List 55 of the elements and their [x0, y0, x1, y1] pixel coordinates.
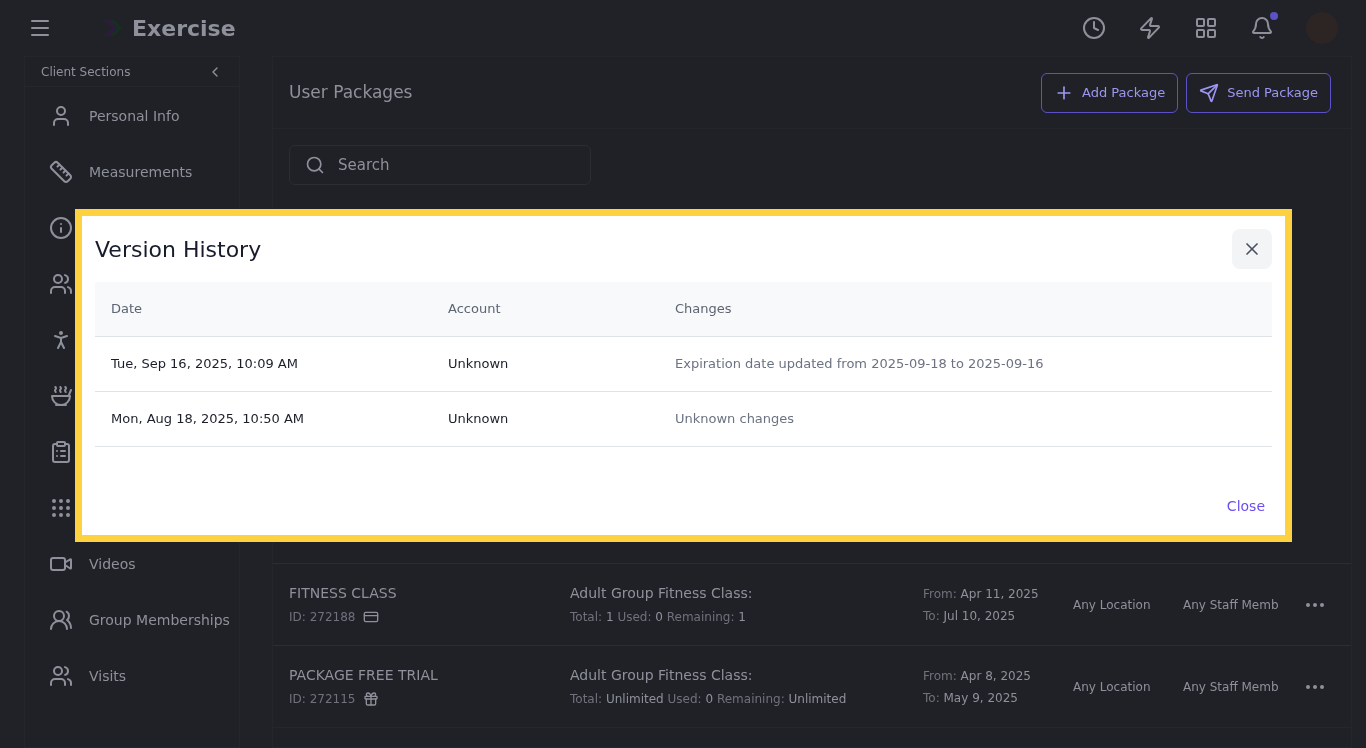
dot-grid-icon	[49, 496, 73, 520]
apps-icon[interactable]	[1194, 16, 1218, 40]
close-button[interactable]	[1232, 229, 1272, 269]
column-header: Date	[111, 300, 144, 319]
gift-icon	[363, 691, 380, 707]
bell-icon[interactable]	[1250, 16, 1274, 40]
sidebar-item[interactable]: Group Memberships	[49, 607, 239, 633]
sidebar-item[interactable]: Personal Info	[49, 103, 239, 129]
app-name: Exercise	[132, 14, 236, 43]
page-title: User Packages	[289, 80, 413, 104]
to-date: To: Jul 10, 2025	[923, 607, 1017, 625]
location: Any Location	[1073, 596, 1152, 614]
date-cell-text: Mon, Aug 18, 2025, 10:50 AM	[111, 410, 306, 429]
paper-plane-icon	[1199, 82, 1220, 103]
location: Any Location	[1073, 678, 1152, 696]
sidebar-item[interactable]: Visits	[49, 663, 239, 689]
sidebar-item[interactable]: Videos	[49, 551, 239, 577]
from-date: From: Apr 8, 2025	[923, 667, 1032, 685]
column-header: Changes	[675, 300, 733, 319]
lightning-icon[interactable]	[1138, 16, 1162, 40]
clock-icon[interactable]	[1082, 16, 1106, 40]
people-icon	[49, 664, 73, 688]
card-icon	[363, 609, 380, 625]
changes-cell-text: Unknown changes	[675, 410, 796, 429]
column-header: Account	[448, 300, 502, 319]
sidebar-title: Client Sections	[41, 63, 131, 81]
search-icon	[305, 155, 325, 175]
package-name: FITNESS CLASS	[289, 584, 398, 603]
package-button[interactable]: Send Package	[1186, 72, 1331, 113]
to-date: To: May 9, 2025	[923, 689, 1019, 707]
from-date: From: Apr 11, 2025	[923, 585, 1040, 603]
package-button[interactable]: Add Package	[1041, 72, 1179, 113]
package-id: ID: 272188	[289, 609, 356, 626]
account-cell-text: Unknown	[448, 355, 510, 374]
package-id: ID: 272115	[289, 691, 356, 708]
dialog-title: Version History	[95, 235, 262, 264]
sidebar-item[interactable]: Measurements	[49, 159, 239, 185]
staff: Any Staff Memb	[1183, 678, 1280, 696]
date-cell-text: Tue, Sep 16, 2025, 10:09 AM	[111, 355, 299, 374]
class-name: Adult Group Fitness Class:	[570, 584, 754, 603]
close-link[interactable]: Close	[1226, 496, 1265, 517]
group-icon	[49, 608, 73, 632]
people-icon	[49, 272, 73, 296]
usage-text: Total: Unlimited Used: 0 Remaining: Unlimited	[570, 691, 848, 708]
search-field[interactable]: Search	[289, 145, 591, 185]
ruler-icon	[49, 160, 73, 184]
class-name: Adult Group Fitness Class:	[570, 666, 754, 685]
staff: Any Staff Memb	[1183, 596, 1280, 614]
package-name: PACKAGE FREE TRIAL	[289, 666, 439, 685]
bowl-icon	[49, 384, 73, 408]
checklist-icon	[49, 440, 73, 464]
info-icon	[49, 216, 73, 240]
usage-text: Total: 1 Used: 0 Remaining: 1	[570, 609, 747, 626]
changes-cell-text: Expiration date updated from 2025-09-18 to 2025-09-16	[675, 355, 1045, 374]
account-cell-text: Unknown	[448, 410, 510, 429]
